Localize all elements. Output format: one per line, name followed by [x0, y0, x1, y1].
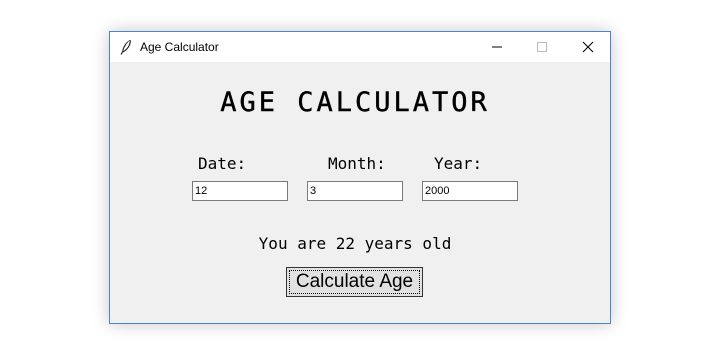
month-label: Month:	[328, 154, 386, 173]
app-window: Age Calculator AGE CALCULATOR Date: Mont…	[109, 31, 611, 324]
page-title: AGE CALCULATOR	[220, 87, 490, 118]
month-input[interactable]	[307, 181, 403, 201]
date-input[interactable]	[192, 181, 288, 201]
feather-icon	[119, 39, 133, 55]
maximize-icon	[537, 42, 547, 52]
close-button[interactable]	[565, 32, 611, 62]
window-title: Age Calculator	[140, 40, 219, 54]
minimize-icon	[492, 46, 502, 48]
year-label: Year:	[434, 154, 483, 173]
minimize-button[interactable]	[474, 32, 520, 62]
close-icon	[582, 41, 594, 53]
calculate-age-button[interactable]: Calculate Age	[286, 267, 423, 297]
maximize-button[interactable]	[519, 32, 565, 62]
date-label: Date:	[198, 154, 247, 173]
title-bar[interactable]: Age Calculator	[110, 32, 610, 62]
result-text: You are 22 years old	[258, 234, 452, 253]
year-input[interactable]	[422, 181, 518, 201]
